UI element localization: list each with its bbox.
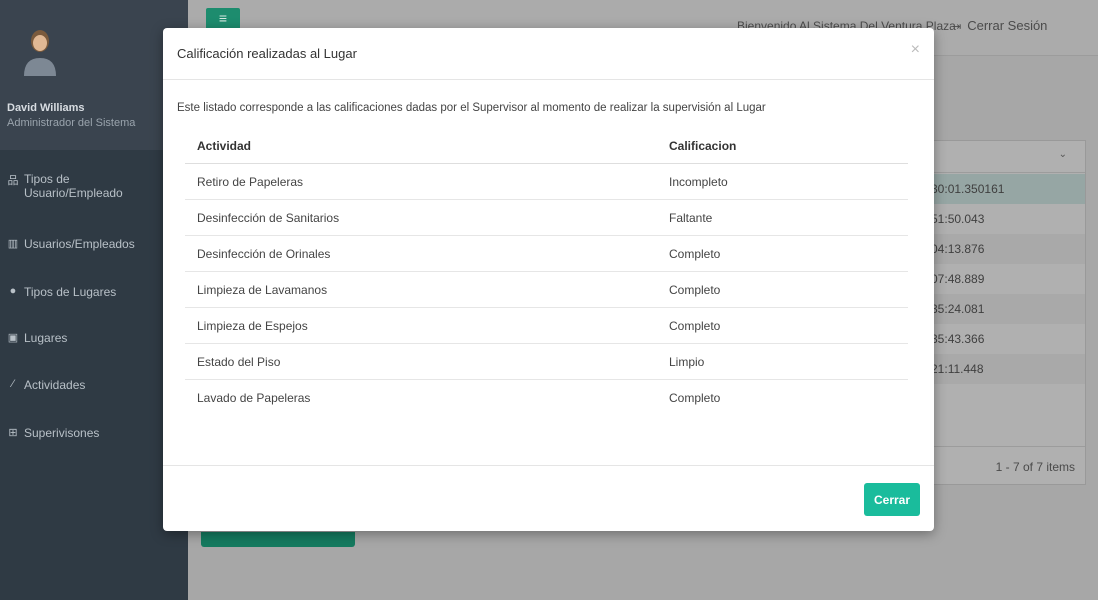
table-icon: ⊞ [8, 427, 18, 439]
activity-cell: Limpieza de Espejos [197, 319, 308, 333]
activity-cell: Limpieza de Lavamanos [197, 283, 328, 297]
rating-cell: Completo [669, 391, 721, 405]
rating-modal: Calificación realizadas al Lugar × Este … [163, 28, 934, 531]
sidebar-item-actividades[interactable]: ⁄ Actividades [7, 378, 85, 392]
table-row[interactable]: 4:04:13.876 [921, 234, 1085, 264]
table-row[interactable]: 4:07:48.889 [921, 264, 1085, 294]
globe-icon: ● [9, 285, 17, 297]
sidebar-item-label: Usuarios/Empleados [24, 237, 135, 251]
logout-icon: ⇥ [952, 21, 962, 33]
activity-cell: Lavado de Papeleras [197, 391, 311, 405]
background-action-button [201, 532, 355, 547]
sidebar-item-tipos-usuario[interactable]: 品 Tipos de Usuario/Empleado [7, 172, 144, 200]
table-row: Estado del Piso Limpio [185, 344, 908, 380]
table-row[interactable]: 0:35:24.081 [921, 294, 1085, 324]
activity-cell: Desinfección de Orinales [197, 247, 331, 261]
logout-label: Cerrar Sesión [967, 18, 1048, 33]
sidebar-item-lugares[interactable]: ▣ Lugares [7, 331, 68, 345]
table-row[interactable]: 3:51:50.043 [921, 204, 1085, 234]
table-header: Actividad Calificacion [185, 128, 908, 164]
picture-icon: ▣ [7, 332, 19, 344]
sidebar-item-label: Actividades [24, 378, 86, 392]
table-row: Limpieza de Espejos Completo [185, 308, 908, 344]
grid-header: ⌄ [921, 141, 1085, 173]
sidebar-item-usuarios[interactable]: ▥ Usuarios/Empleados [7, 237, 135, 251]
rating-cell: Completo [669, 319, 721, 333]
rating-cell: Completo [669, 283, 721, 297]
sidebar-item-tipos-lugares[interactable]: ● Tipos de Lugares [7, 285, 117, 299]
close-button[interactable]: Cerrar [864, 483, 920, 516]
avatar [24, 30, 56, 76]
table-row[interactable]: 1:21:11.448 [921, 354, 1085, 384]
sidebar: David Williams Administrador del Sistema… [0, 0, 188, 600]
modal-description: Este listado corresponde a las calificac… [177, 102, 766, 114]
sidebar-item-label: Lugares [24, 331, 68, 345]
sidebar-item-label: Tipos de Usuario/Empleado [24, 172, 123, 200]
modal-header: Calificación realizadas al Lugar × [163, 28, 934, 80]
supervision-grid: ⌄ 2:30:01.350161 3:51:50.043 4:04:13.876… [920, 140, 1086, 485]
column-header-actividad: Actividad [197, 139, 252, 153]
activity-cell: Desinfección de Sanitarios [197, 211, 340, 225]
grid-pager-info: 1 - 7 of 7 items [921, 446, 1085, 486]
modal-footer: Cerrar [163, 465, 934, 531]
table-row[interactable]: 2:30:01.350161 [921, 174, 1085, 204]
close-icon[interactable]: × [911, 42, 920, 58]
table-row[interactable]: 0:35:43.366 [921, 324, 1085, 354]
rating-cell: Incompleto [669, 175, 728, 189]
magic-wand-icon: ⁄ [12, 378, 14, 390]
rating-cell: Completo [669, 247, 721, 261]
chevron-down-icon[interactable]: ⌄ [1059, 149, 1067, 160]
logout-link[interactable]: ⇥ Cerrar Sesión [952, 18, 1047, 33]
user-name: David Williams [7, 102, 85, 114]
column-header-calificacion: Calificacion [669, 139, 737, 153]
sitemap-icon: 品 [7, 175, 19, 187]
rating-cell: Faltante [669, 211, 713, 225]
table-row: Desinfección de Orinales Completo [185, 236, 908, 272]
table-row: Retiro de Papeleras Incompleto [185, 164, 908, 200]
activity-cell: Estado del Piso [197, 355, 281, 369]
table-row: Limpieza de Lavamanos Completo [185, 272, 908, 308]
sidebar-item-label: Superivisones [24, 426, 100, 440]
ratings-table: Actividad Calificacion Retiro de Papeler… [185, 128, 908, 416]
modal-title: Calificación realizadas al Lugar [177, 46, 357, 61]
activity-cell: Retiro de Papeleras [197, 175, 304, 189]
bar-chart-icon: ▥ [7, 238, 19, 250]
table-row: Desinfección de Sanitarios Faltante [185, 200, 908, 236]
user-role: Administrador del Sistema [7, 117, 136, 129]
menu-toggle-button[interactable]: ≡ [206, 8, 240, 30]
table-row: Lavado de Papeleras Completo [185, 380, 908, 416]
user-profile: David Williams Administrador del Sistema [0, 0, 188, 150]
rating-cell: Limpio [669, 355, 705, 369]
sidebar-item-supervisiones[interactable]: ⊞ Superivisones [7, 426, 99, 440]
sidebar-item-label: Tipos de Lugares [24, 285, 117, 299]
